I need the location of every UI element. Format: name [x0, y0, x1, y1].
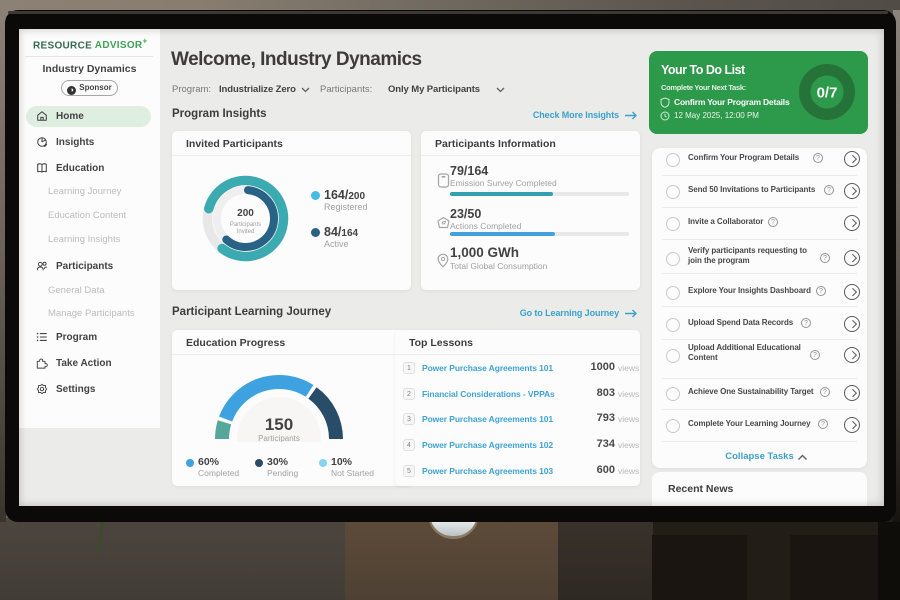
svg-text:Participants: Participants	[230, 222, 261, 228]
svg-text:Participants: Participants	[258, 434, 300, 442]
svg-text:150: 150	[265, 415, 293, 434]
svg-text:0/7: 0/7	[817, 85, 838, 102]
svg-text:200: 200	[237, 208, 254, 219]
svg-text:Invited: Invited	[237, 229, 255, 235]
